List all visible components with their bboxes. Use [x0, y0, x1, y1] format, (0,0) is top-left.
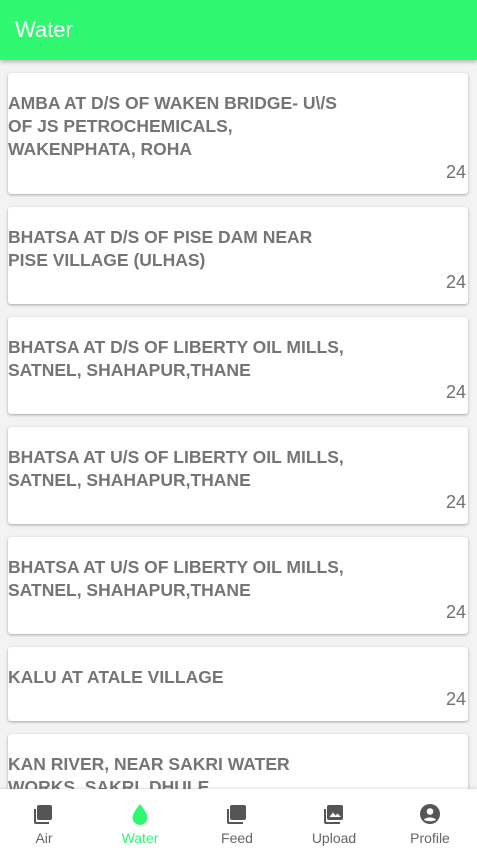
- station-count: 24: [445, 272, 466, 292]
- nav-label-air: Air: [35, 830, 53, 846]
- station-name: KALU AT ATALE VILLAGE: [8, 667, 224, 687]
- station-card[interactable]: AMBA AT D/S OF WAKEN BRIDGE- U\/S OF JS …: [8, 73, 468, 194]
- station-card[interactable]: BHATSA AT D/S OF PISE DAM NEAR PISE VILL…: [8, 207, 468, 304]
- station-card[interactable]: KAN RIVER, NEAR SAKRI WATER WORKS, SAKRI…: [8, 734, 468, 789]
- station-card[interactable]: BHATSA AT U/S OF LIBERTY OIL MILLS, SATN…: [8, 537, 468, 634]
- station-count: 24: [445, 492, 466, 512]
- station-name: KAN RIVER, NEAR SAKRI WATER WORKS, SAKRI…: [8, 754, 290, 789]
- station-count: 24: [445, 602, 466, 622]
- nav-label-feed: Feed: [221, 830, 253, 846]
- nav-item-air[interactable]: Air: [0, 789, 92, 850]
- station-card[interactable]: BHATSA AT D/S OF LIBERTY OIL MILLS, SATN…: [8, 317, 468, 414]
- water-drop-icon: [132, 804, 148, 825]
- station-name: BHATSA AT D/S OF LIBERTY OIL MILLS, SATN…: [8, 337, 344, 380]
- nav-item-upload[interactable]: Upload: [286, 789, 382, 850]
- nav-item-feed[interactable]: Feed: [189, 789, 285, 850]
- app-bar: Water: [0, 0, 477, 60]
- station-name: AMBA AT D/S OF WAKEN BRIDGE- U\/S OF JS …: [8, 93, 337, 159]
- nav-item-water[interactable]: Water: [92, 789, 188, 850]
- bottom-navigation: Air Water Feed Upload Profile: [0, 789, 477, 850]
- nav-label-upload: Upload: [311, 830, 357, 846]
- upload-image-icon: [324, 805, 343, 824]
- profile-icon: [420, 804, 440, 824]
- station-card[interactable]: BHATSA AT U/S OF LIBERTY OIL MILLS, SATN…: [8, 427, 468, 524]
- station-count: 24: [445, 382, 466, 402]
- station-name: BHATSA AT U/S OF LIBERTY OIL MILLS, SATN…: [8, 557, 344, 600]
- feed-icon: [227, 805, 246, 824]
- page-title: Water: [15, 17, 73, 42]
- nav-item-profile[interactable]: Profile: [382, 789, 477, 850]
- station-count: 24: [445, 689, 466, 709]
- nav-label-profile: Profile: [410, 830, 450, 846]
- air-icon: [34, 805, 52, 824]
- station-name: BHATSA AT D/S OF PISE DAM NEAR PISE VILL…: [8, 227, 313, 270]
- station-card[interactable]: KALU AT ATALE VILLAGE 24: [8, 647, 468, 721]
- station-count: 24: [445, 162, 466, 182]
- station-list[interactable]: AMBA AT D/S OF WAKEN BRIDGE- U\/S OF JS …: [0, 60, 477, 789]
- station-name: BHATSA AT U/S OF LIBERTY OIL MILLS, SATN…: [8, 447, 344, 490]
- nav-label-water: Water: [121, 830, 159, 846]
